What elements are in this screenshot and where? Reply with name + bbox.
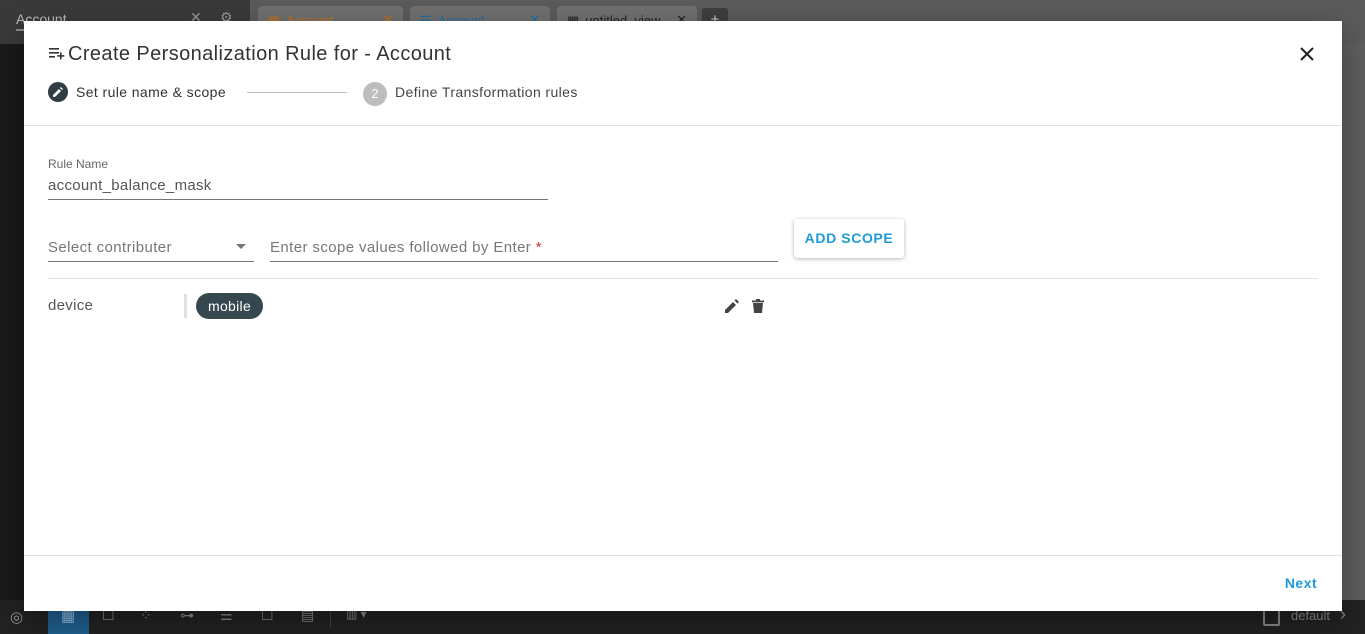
- scope-input-underline: [270, 261, 778, 262]
- playlist-add-icon: [49, 48, 65, 60]
- required-mark: *: [535, 239, 543, 256]
- scope-divider: [48, 278, 1318, 279]
- contributor-underline: [48, 261, 254, 262]
- dialog-title: Create Personalization Rule for - Accoun…: [68, 43, 452, 65]
- scope-input-placeholder: Enter scope values followed by Enter: [270, 239, 532, 256]
- rule-name-input[interactable]: account_balance_mask: [48, 177, 212, 194]
- create-rule-dialog: Create Personalization Rule for - Accoun…: [24, 21, 1342, 611]
- footer-divider: [24, 555, 1342, 556]
- step1-label[interactable]: Set rule name & scope: [76, 84, 226, 100]
- rule-name-underline: [48, 199, 548, 200]
- scope-key: device: [48, 297, 94, 314]
- header-divider: [24, 125, 1342, 126]
- next-button[interactable]: Next: [1276, 572, 1326, 594]
- add-scope-button[interactable]: ADD SCOPE: [794, 219, 904, 258]
- scope-values-input[interactable]: Enter scope values followed by Enter *: [270, 239, 542, 256]
- stepper-connector: [247, 92, 347, 93]
- dropdown-arrow-icon[interactable]: [236, 244, 246, 249]
- logo-icon: ◎: [10, 609, 24, 626]
- close-icon[interactable]: [1299, 46, 1315, 62]
- scope-value-chip[interactable]: mobile: [196, 293, 264, 319]
- delete-icon[interactable]: [752, 299, 764, 313]
- scope-separator: [184, 294, 187, 318]
- edit-icon[interactable]: [725, 299, 739, 313]
- default-checkbox[interactable]: [1263, 609, 1280, 626]
- rule-name-label: Rule Name: [48, 157, 109, 171]
- contributor-select[interactable]: Select contributer: [48, 239, 172, 256]
- step1-indicator: [48, 82, 68, 102]
- step2-indicator: 2: [363, 82, 387, 106]
- pencil-icon: [53, 87, 63, 97]
- step2-label[interactable]: Define Transformation rules: [395, 84, 578, 100]
